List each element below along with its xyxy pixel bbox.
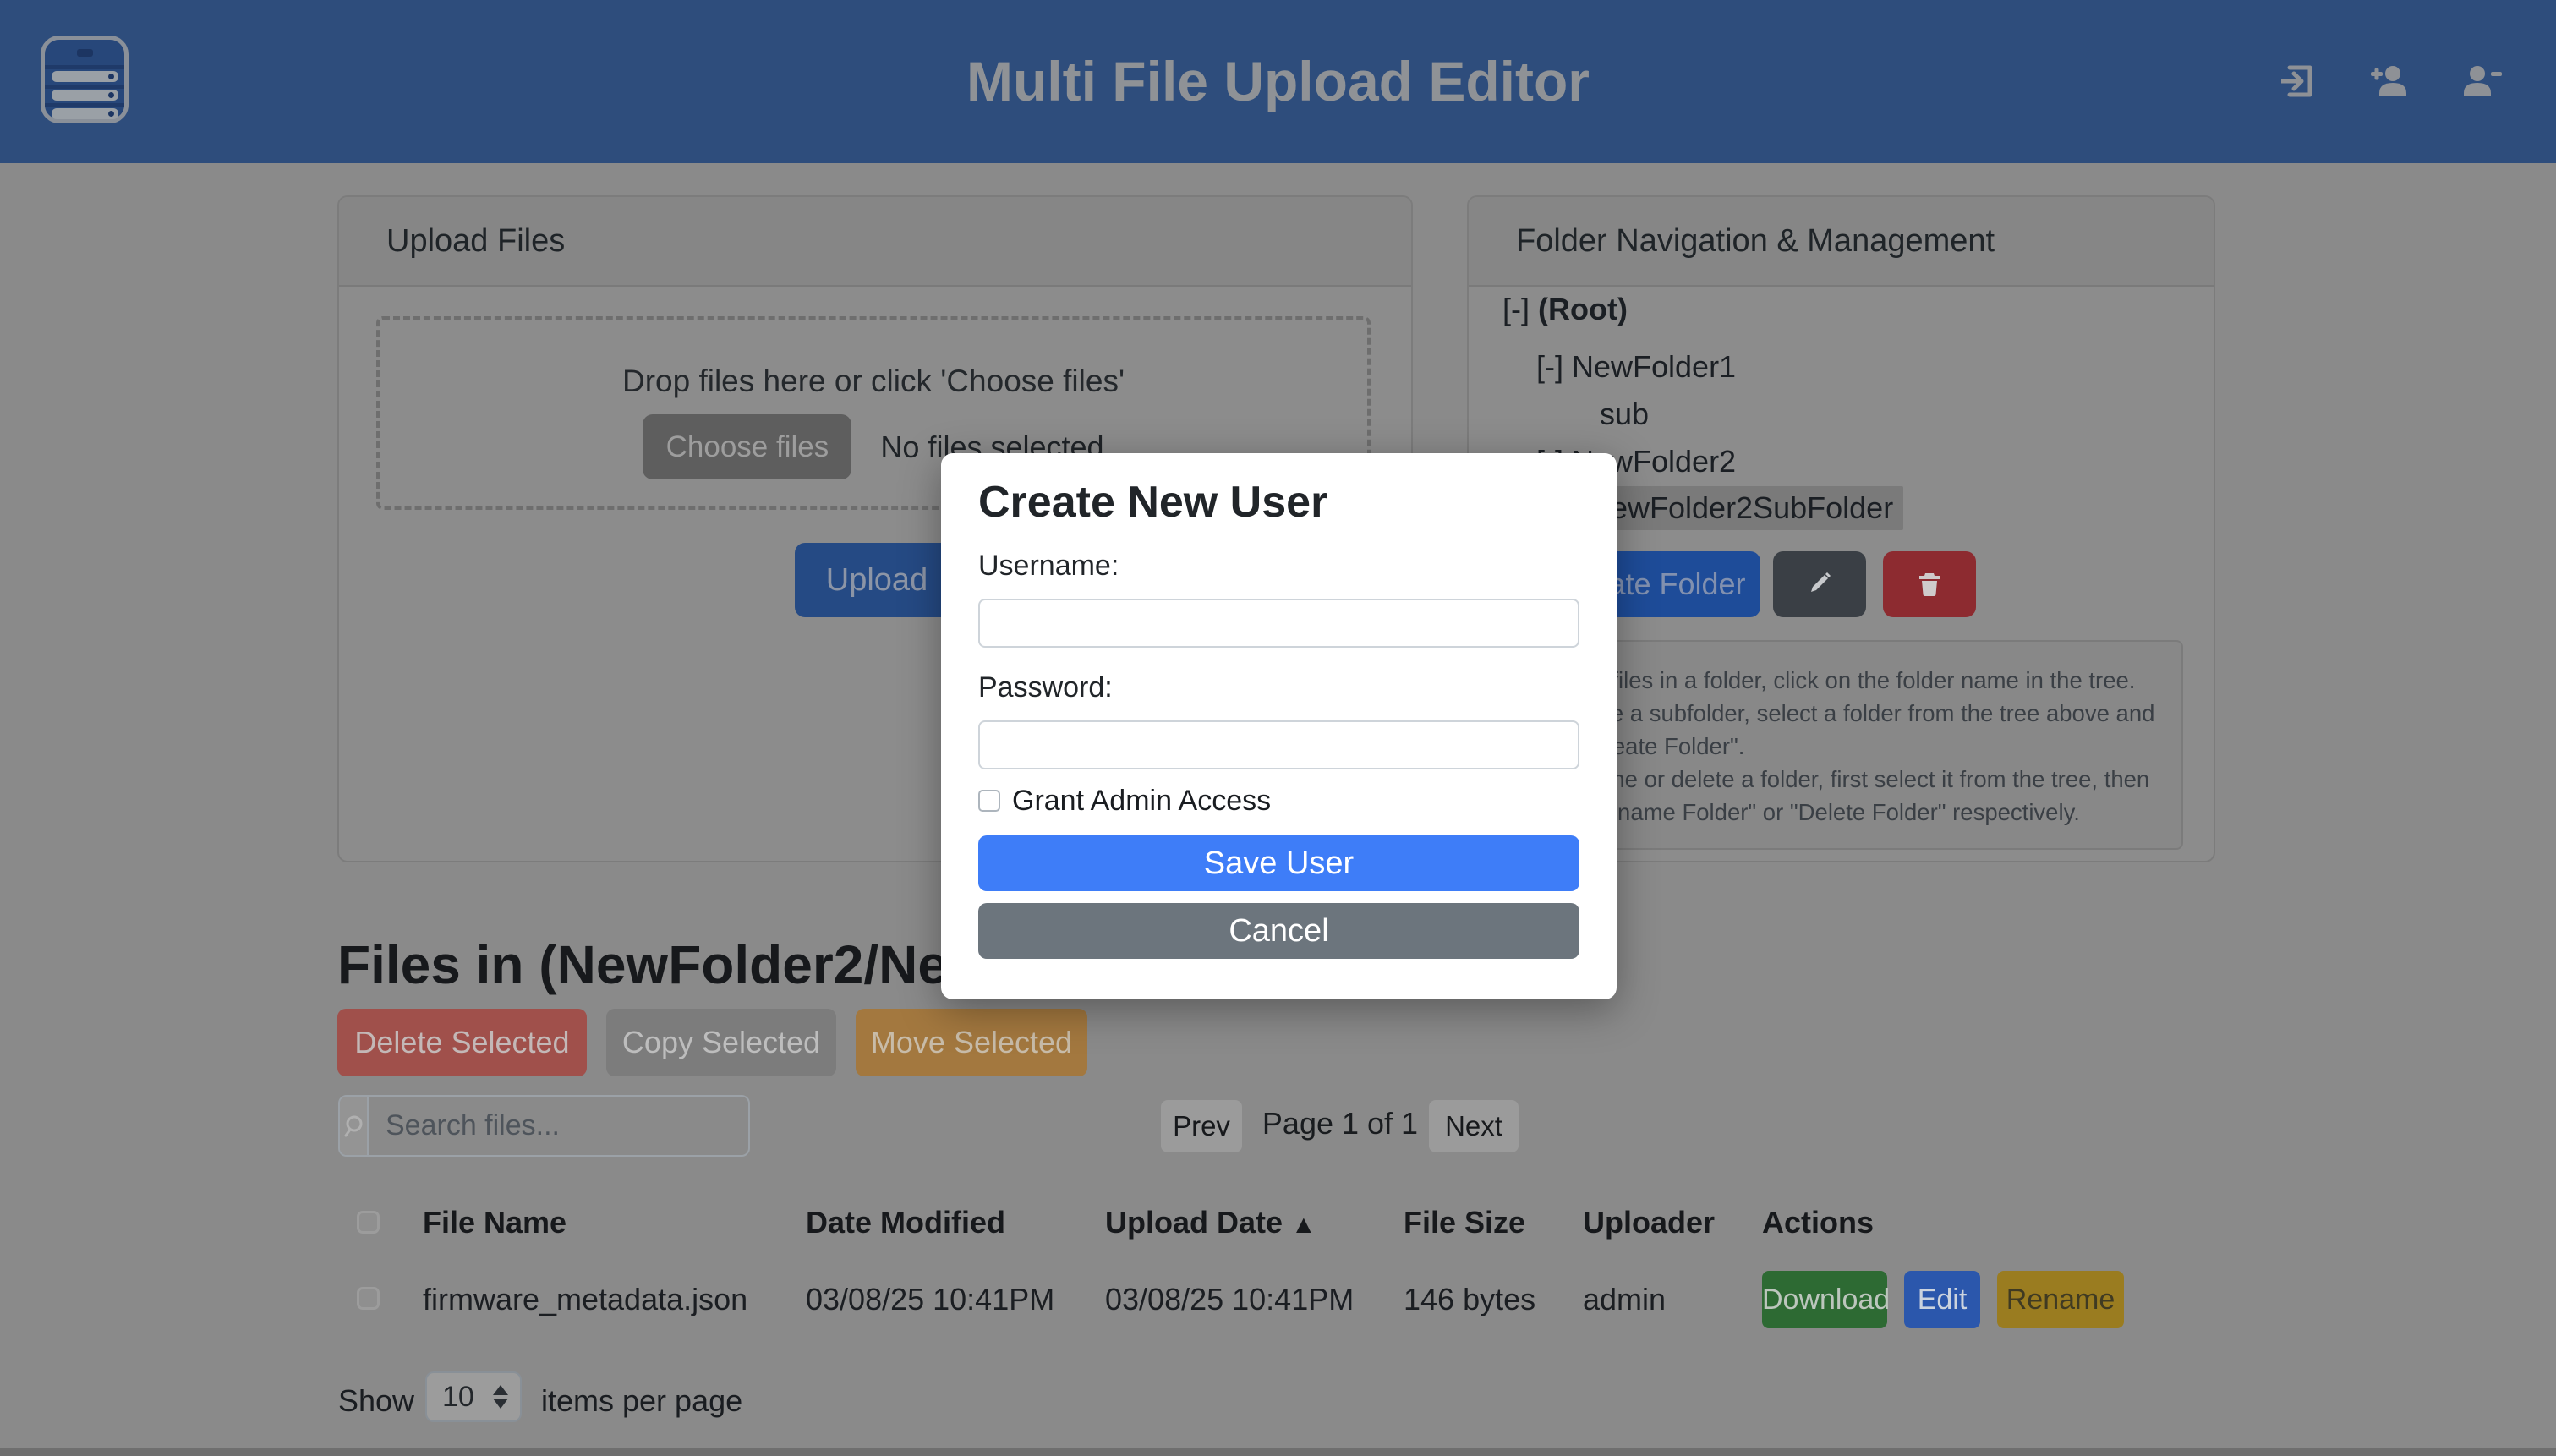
- page-title: Multi File Upload Editor: [0, 0, 2556, 163]
- col-file-size[interactable]: File Size: [1404, 1205, 1525, 1240]
- tree-item-sub[interactable]: sub: [1600, 397, 1649, 432]
- tree-item-root[interactable]: [-] (Root): [1502, 292, 1628, 327]
- page-info: Page 1 of 1: [1260, 1106, 1420, 1141]
- show-label: Show: [338, 1383, 414, 1419]
- pencil-icon: [1803, 567, 1836, 600]
- rename-folder-button[interactable]: [1773, 551, 1866, 617]
- stepper-arrows-icon[interactable]: [493, 1385, 520, 1409]
- username-field[interactable]: [978, 599, 1579, 648]
- cell-file-name: firmware_metadata.json: [423, 1282, 747, 1317]
- row-checkbox[interactable]: [357, 1287, 380, 1310]
- sort-asc-icon: ▲: [1291, 1211, 1316, 1239]
- upload-button[interactable]: Upload: [795, 543, 959, 617]
- cancel-button[interactable]: Cancel: [978, 903, 1579, 959]
- trash-icon: [1913, 567, 1946, 600]
- col-uploader[interactable]: Uploader: [1583, 1205, 1715, 1240]
- prev-page-button[interactable]: Prev: [1161, 1100, 1242, 1152]
- cell-uploader: admin: [1583, 1282, 1666, 1317]
- rename-button[interactable]: Rename: [1997, 1271, 2124, 1328]
- page-size-stepper[interactable]: 10: [425, 1371, 522, 1422]
- sign-in-icon[interactable]: [2274, 57, 2322, 105]
- col-file-name[interactable]: File Name: [423, 1205, 566, 1240]
- select-all-checkbox[interactable]: [357, 1211, 380, 1234]
- edit-button[interactable]: Edit: [1904, 1271, 1980, 1328]
- items-per-page-label: items per page: [541, 1383, 742, 1419]
- password-label: Password:: [978, 671, 1113, 704]
- download-button[interactable]: Download: [1762, 1271, 1887, 1328]
- search-icon: [340, 1097, 369, 1155]
- dropzone-hint: Drop files here or click 'Choose files': [380, 364, 1367, 399]
- choose-files-button[interactable]: Choose files: [643, 414, 851, 479]
- grant-admin-label: Grant Admin Access: [1012, 785, 1271, 818]
- bottom-divider: [0, 1448, 2556, 1456]
- next-page-button[interactable]: Next: [1429, 1100, 1519, 1152]
- cell-upload-date: 03/08/25 10:41PM: [1105, 1282, 1354, 1317]
- search-input[interactable]: [369, 1097, 750, 1155]
- copy-selected-button[interactable]: Copy Selected: [606, 1009, 836, 1076]
- upload-panel-title: Upload Files: [339, 197, 1411, 287]
- col-upload-date[interactable]: Upload Date ▲: [1105, 1205, 1316, 1240]
- delete-selected-button[interactable]: Delete Selected: [337, 1009, 587, 1076]
- app-header: Multi File Upload Editor: [0, 0, 2556, 163]
- cell-date-modified: 03/08/25 10:41PM: [806, 1282, 1054, 1317]
- add-user-icon[interactable]: [2366, 57, 2413, 105]
- tree-item-newfolder1[interactable]: [-] NewFolder1: [1536, 349, 1736, 385]
- page-size-value: 10: [427, 1381, 493, 1414]
- grant-admin-checkbox[interactable]: [978, 790, 1000, 812]
- col-date-modified[interactable]: Date Modified: [806, 1205, 1005, 1240]
- remove-user-icon[interactable]: [2457, 57, 2504, 105]
- col-actions: Actions: [1762, 1205, 1874, 1240]
- modal-title: Create New User: [978, 477, 1327, 528]
- server-rack-icon: [41, 36, 129, 123]
- create-user-modal: Create New User Username: Password: Gran…: [941, 453, 1617, 999]
- folder-panel-title: Folder Navigation & Management: [1469, 197, 2214, 287]
- save-user-button[interactable]: Save User: [978, 835, 1579, 891]
- search-box: [338, 1095, 750, 1157]
- username-label: Username:: [978, 550, 1119, 583]
- password-field[interactable]: [978, 720, 1579, 769]
- cell-file-size: 146 bytes: [1404, 1282, 1535, 1317]
- move-selected-button[interactable]: Move Selected: [856, 1009, 1087, 1076]
- delete-folder-button[interactable]: [1883, 551, 1976, 617]
- tree-item-newfolder2subfolder[interactable]: NewFolder2SubFolder: [1579, 486, 1903, 530]
